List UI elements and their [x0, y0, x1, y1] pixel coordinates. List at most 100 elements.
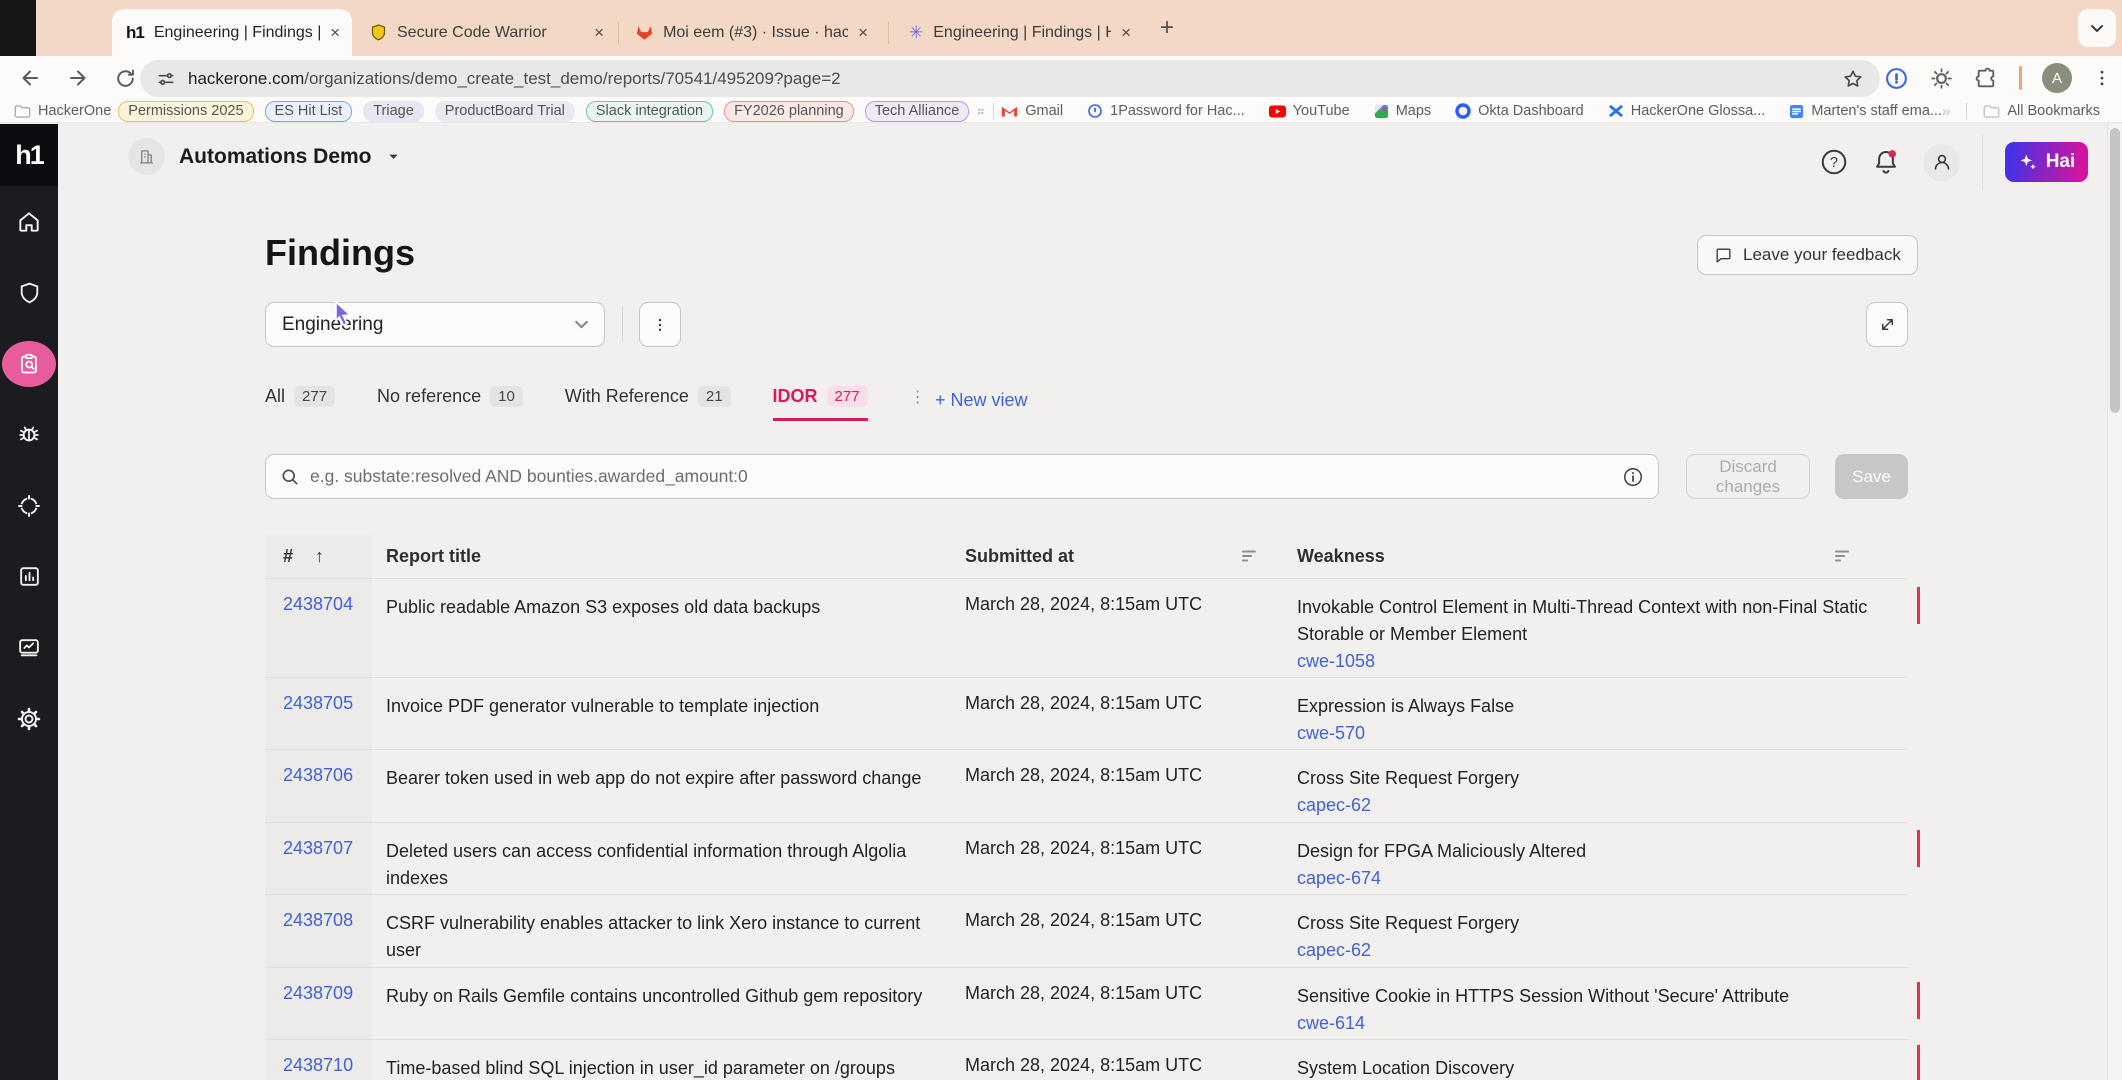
browser-tab-3[interactable]: Moi eem (#3) · Issue · hacke × [622, 9, 880, 56]
report-id-link[interactable]: 2438710 [283, 1055, 353, 1075]
view-tab-all[interactable]: All277 [265, 386, 335, 407]
tab-group-chip[interactable]: Tech Alliance [865, 101, 970, 122]
extensions-puzzle-icon[interactable] [1974, 66, 1999, 91]
grid-icon[interactable] [977, 104, 984, 119]
sidebar-item-findings[interactable] [0, 328, 58, 399]
forward-icon[interactable] [66, 66, 90, 90]
tab-group-chip[interactable]: Triage [363, 101, 424, 122]
hackerone-logo[interactable]: h1 [0, 124, 58, 186]
sidebar-item-weaknesses[interactable] [0, 399, 58, 470]
bookmark-staff-email[interactable]: Marten's staff ema... [1789, 103, 1942, 119]
filter-lines-icon[interactable] [1241, 549, 1257, 563]
report-id-link[interactable]: 2438705 [283, 693, 353, 713]
weakness-ref-link[interactable]: capec-62 [1297, 792, 1371, 819]
table-row[interactable]: 2438704 Public readable Amazon S3 expose… [265, 578, 1908, 677]
bookmarks-overflow-icon[interactable]: » [1942, 103, 1950, 120]
expand-table-button[interactable] [1866, 302, 1908, 347]
view-tab-with-reference[interactable]: With Reference21 [565, 386, 731, 407]
sidebar-item-programs[interactable] [0, 257, 58, 328]
sidebar-item-hacktivity[interactable] [0, 612, 58, 683]
table-row[interactable]: 2438707 Deleted users can access confide… [265, 822, 1908, 894]
view-options-kebab-button[interactable] [639, 302, 681, 347]
report-id-link[interactable]: 2438707 [283, 838, 353, 858]
sort-ascending-icon[interactable]: ↑ [315, 546, 324, 567]
tab-close-icon[interactable]: × [594, 23, 604, 43]
weakness-ref-link[interactable]: cwe-570 [1297, 720, 1365, 747]
sun-extension-icon[interactable] [1929, 66, 1954, 91]
browser-avatar[interactable]: A [2042, 63, 2072, 93]
weakness-ref-link[interactable]: cwe-1058 [1297, 648, 1375, 675]
save-button[interactable]: Save [1835, 454, 1908, 499]
new-tab-button[interactable]: + [1160, 16, 1174, 40]
all-bookmarks[interactable]: All Bookmarks [1983, 103, 2100, 119]
new-view-button[interactable]: + New view [935, 390, 1028, 411]
address-bar[interactable]: hackerone.com/organizations/demo_create_… [140, 60, 1880, 97]
browser-tab-2[interactable]: Secure Code Warrior × [356, 9, 616, 56]
sidebar-item-scope[interactable] [0, 470, 58, 541]
team-select[interactable]: Engineering [265, 302, 605, 347]
sidebar-item-home[interactable] [0, 186, 58, 257]
page-scrollbar[interactable] [2107, 124, 2122, 1080]
sidebar-item-analytics[interactable] [0, 541, 58, 612]
filter-lines-icon[interactable] [1834, 549, 1850, 563]
discard-changes-button[interactable]: Discard changes [1686, 454, 1810, 499]
scrollbar-thumb[interactable] [2110, 128, 2120, 413]
weakness-ref-link[interactable]: capec-62 [1297, 937, 1371, 964]
bookmark-glossary[interactable]: HackerOne Glossa... [1608, 103, 1766, 119]
help-icon[interactable]: ? [1819, 147, 1849, 177]
org-switcher[interactable]: Automations Demo [128, 138, 401, 175]
tab-group-chip[interactable]: FY2026 planning [724, 101, 854, 122]
tab-group-chip[interactable]: Slack integration [586, 101, 713, 122]
url-text[interactable]: hackerone.com/organizations/demo_create_… [188, 69, 1842, 89]
report-id-link[interactable]: 2438708 [283, 910, 353, 930]
tab-close-icon[interactable]: × [330, 23, 340, 43]
onepassword-extension-icon[interactable] [1884, 66, 1909, 91]
view-tab-kebab-icon[interactable]: ⋮ [910, 387, 926, 407]
report-id-link[interactable]: 2438709 [283, 983, 353, 1003]
table-row[interactable]: 2438708 CSRF vulnerability enables attac… [265, 894, 1908, 967]
weakness-ref-link[interactable]: cwe-614 [1297, 1010, 1365, 1037]
tab-group-chip[interactable]: ES Hit List [265, 101, 353, 122]
site-settings-tune-icon[interactable] [156, 69, 176, 89]
bookmark-youtube[interactable]: YouTube [1269, 103, 1350, 119]
browser-menu-kebab-icon[interactable] [2092, 68, 2112, 88]
tab-close-icon[interactable]: × [858, 23, 868, 43]
view-tab-no-reference[interactable]: No reference10 [377, 386, 523, 407]
table-row[interactable]: 2438710 Time-based blind SQL injection i… [265, 1039, 1908, 1080]
back-icon[interactable] [18, 66, 42, 90]
sidebar-item-settings[interactable] [0, 683, 58, 754]
search-input[interactable] [310, 466, 1612, 487]
notifications-bell-icon[interactable] [1871, 147, 1901, 177]
bookmark-gmail[interactable]: Gmail [1001, 103, 1063, 119]
header-weakness[interactable]: Weakness [1297, 535, 1908, 578]
bookmark-star-icon[interactable] [1842, 68, 1864, 90]
tab-title: Secure Code Warrior [397, 24, 547, 42]
bookmark-1password[interactable]: 1Password for Hac... [1087, 103, 1245, 119]
header-report-title[interactable]: Report title [372, 535, 965, 578]
view-tab-idor[interactable]: IDOR277 [773, 386, 868, 407]
reload-icon[interactable] [114, 67, 137, 90]
report-id-link[interactable]: 2438704 [283, 594, 353, 614]
tab-group-chip[interactable]: ProductBoard Trial [435, 101, 575, 122]
leave-feedback-button[interactable]: Leave your feedback [1697, 235, 1918, 275]
tab-group-chip[interactable]: Permissions 2025 [118, 101, 253, 122]
bookmark-folder-hackerone[interactable]: HackerOne [14, 103, 111, 119]
user-menu[interactable] [1923, 144, 1960, 181]
bookmark-okta[interactable]: Okta Dashboard [1455, 103, 1584, 119]
table-row[interactable]: 2438705 Invoice PDF generator vulnerable… [265, 677, 1908, 749]
browser-tab-1[interactable]: h1 Engineering | Findings | Hack × [112, 9, 352, 56]
tab-search-button[interactable] [2078, 9, 2116, 47]
table-row[interactable]: 2438706 Bearer token used in web app do … [265, 749, 1908, 822]
weakness-ref-link[interactable]: capec-674 [1297, 865, 1381, 892]
report-id-link[interactable]: 2438706 [283, 765, 353, 785]
query-info-icon[interactable] [1622, 466, 1644, 488]
browser-tab-4[interactable]: ✳ Engineering | Findings | Hack × [895, 9, 1143, 56]
submitted-at: March 28, 2024, 8:15am UTC [965, 750, 1297, 822]
gmail-icon [1001, 104, 1018, 118]
hai-button[interactable]: Hai [2005, 142, 2088, 182]
table-row[interactable]: 2438709 Ruby on Rails Gemfile contains u… [265, 967, 1908, 1039]
header-submitted-at[interactable]: Submitted at [965, 535, 1297, 578]
header-id[interactable]: #↑ [265, 535, 372, 578]
tab-close-icon[interactable]: × [1121, 23, 1131, 43]
bookmark-maps[interactable]: Maps [1374, 103, 1431, 119]
